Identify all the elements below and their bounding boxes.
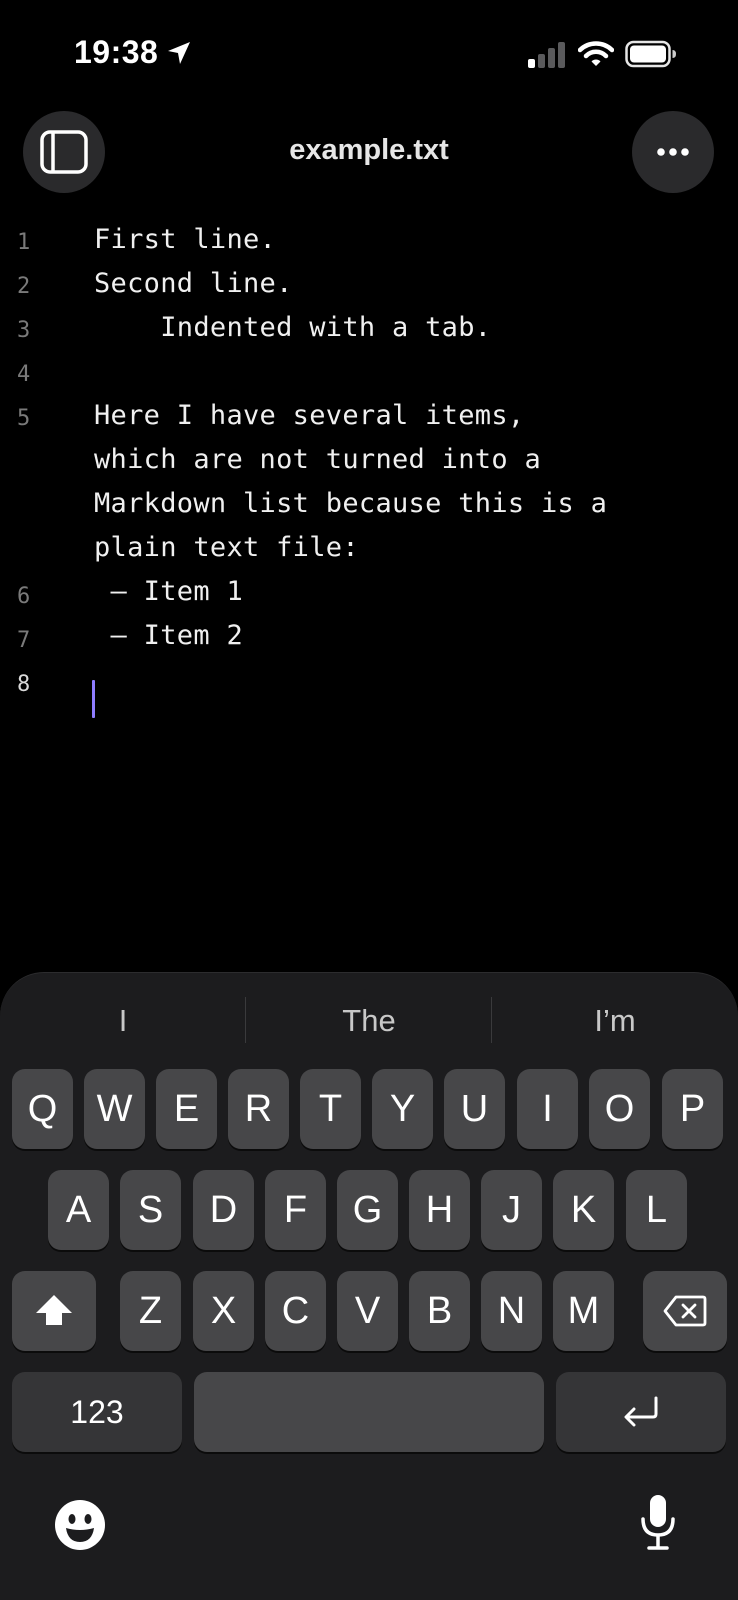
- shift-icon: [36, 1295, 72, 1325]
- line-number: 1: [17, 230, 31, 255]
- key-k[interactable]: K: [553, 1170, 614, 1250]
- key-v[interactable]: V: [337, 1271, 398, 1351]
- status-time: 19:38: [74, 34, 159, 70]
- more-options-button[interactable]: [632, 111, 714, 193]
- cellular-signal-icon: [528, 42, 565, 68]
- line-number: 4: [17, 362, 31, 387]
- key-h[interactable]: H: [409, 1170, 470, 1250]
- line-number: 7: [17, 628, 31, 653]
- suggestion-item[interactable]: I’m: [492, 1003, 738, 1039]
- text-line: Second line.: [94, 268, 293, 299]
- key-d[interactable]: D: [193, 1170, 254, 1250]
- key-c[interactable]: C: [265, 1271, 326, 1351]
- document-title: example.txt: [289, 134, 449, 166]
- battery-icon: [625, 40, 676, 68]
- key-p[interactable]: P: [662, 1069, 723, 1149]
- text-editor[interactable]: 1 2 3 4 5 6 7 8 First line. Second line.…: [0, 222, 738, 942]
- key-y[interactable]: Y: [372, 1069, 433, 1149]
- key-i[interactable]: I: [517, 1069, 578, 1149]
- text-line: – Item 1: [94, 576, 243, 607]
- text-line: Indented with a tab.: [94, 312, 492, 343]
- key-q[interactable]: Q: [12, 1069, 73, 1149]
- text-line-wrapped: plain text file:: [94, 532, 359, 563]
- delete-icon: [663, 1295, 707, 1327]
- text-line-wrapped: Markdown list because this is a: [94, 488, 608, 519]
- space-key[interactable]: [194, 1372, 544, 1452]
- status-bar: 19:38: [0, 0, 738, 100]
- key-g[interactable]: G: [337, 1170, 398, 1250]
- more-options-icon: [657, 148, 689, 156]
- key-l[interactable]: L: [626, 1170, 687, 1250]
- text-line: First line.: [94, 224, 277, 255]
- key-e[interactable]: E: [156, 1069, 217, 1149]
- return-key[interactable]: [556, 1372, 726, 1452]
- text-line-wrapped: which are not turned into a: [94, 444, 541, 475]
- wifi-icon: [578, 41, 614, 66]
- shift-key[interactable]: [12, 1271, 96, 1351]
- key-z[interactable]: Z: [120, 1271, 181, 1351]
- key-w[interactable]: W: [84, 1069, 145, 1149]
- numbers-key[interactable]: 123: [12, 1372, 182, 1452]
- key-r[interactable]: R: [228, 1069, 289, 1149]
- line-number: 2: [17, 274, 31, 299]
- microphone-icon[interactable]: [638, 1493, 678, 1553]
- line-number: 3: [17, 318, 31, 343]
- key-u[interactable]: U: [444, 1069, 505, 1149]
- text-line: Here I have several items,: [94, 400, 525, 431]
- key-t[interactable]: T: [300, 1069, 361, 1149]
- key-n[interactable]: N: [481, 1271, 542, 1351]
- key-o[interactable]: O: [589, 1069, 650, 1149]
- return-icon: [624, 1396, 658, 1427]
- key-x[interactable]: X: [193, 1271, 254, 1351]
- keyboard: I The I’m Q W E R T Y U I O P A S D F G …: [0, 972, 738, 1600]
- key-f[interactable]: F: [265, 1170, 326, 1250]
- key-s[interactable]: S: [120, 1170, 181, 1250]
- line-number: 6: [17, 584, 31, 609]
- location-arrow-icon: [168, 42, 190, 64]
- suggestion-item[interactable]: I: [0, 1003, 246, 1039]
- suggestion-item[interactable]: The: [246, 1003, 492, 1039]
- line-number-current: 8: [17, 672, 31, 697]
- line-number: 5: [17, 406, 31, 431]
- text-line: – Item 2: [94, 620, 243, 651]
- key-a[interactable]: A: [48, 1170, 109, 1250]
- delete-key[interactable]: [643, 1271, 727, 1351]
- emoji-icon[interactable]: [54, 1499, 106, 1551]
- key-m[interactable]: M: [553, 1271, 614, 1351]
- text-cursor: [92, 680, 95, 718]
- key-b[interactable]: B: [409, 1271, 470, 1351]
- key-j[interactable]: J: [481, 1170, 542, 1250]
